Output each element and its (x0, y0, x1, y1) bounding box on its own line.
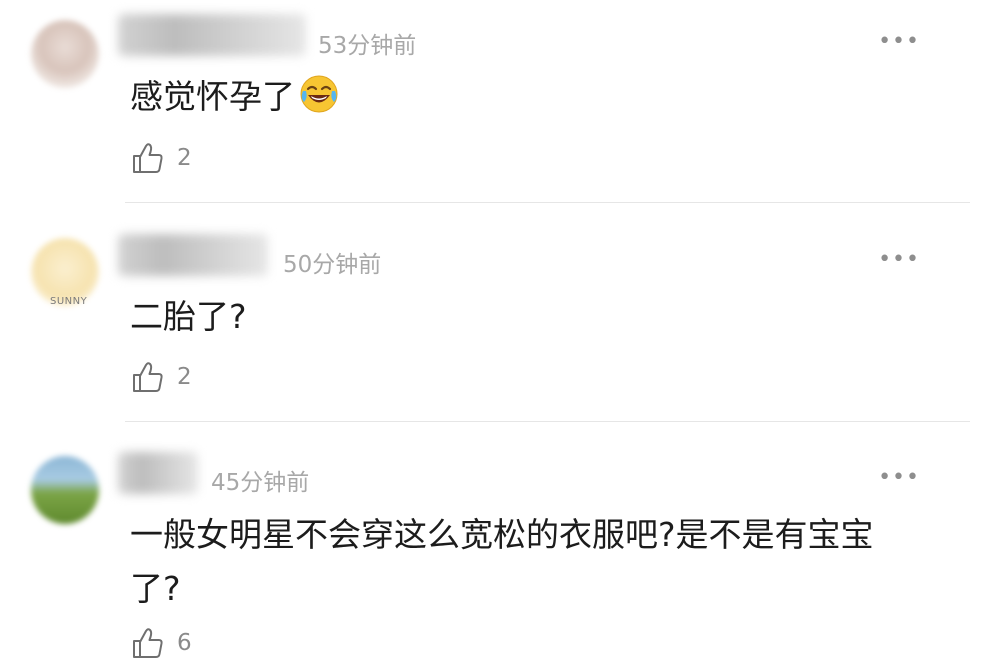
comment-time: 53分钟前 (318, 33, 417, 59)
comment-text-container: 感觉怀孕了 (130, 70, 930, 124)
comment-time: 45分钟前 (211, 470, 310, 496)
comment-time: 50分钟前 (283, 252, 382, 278)
more-options-button[interactable]: ••• (878, 467, 920, 489)
like-count: 6 (177, 630, 192, 656)
username-blurred[interactable] (118, 14, 306, 56)
like-count: 2 (177, 145, 192, 171)
like-count: 2 (177, 364, 192, 390)
username-blurred[interactable] (118, 234, 268, 276)
thumbs-up-icon (133, 362, 163, 392)
avatar-caption: SUNNY (50, 296, 88, 307)
divider (125, 421, 970, 422)
tears-of-joy-emoji-icon (300, 75, 338, 113)
like-button[interactable]: 6 (131, 625, 192, 661)
more-options-button[interactable]: ••• (878, 249, 920, 271)
comment-text: 感觉怀孕了 (130, 77, 295, 116)
comment-text: 一般女明星不会穿这么宽松的衣服吧?是不是有宝宝了? (130, 515, 874, 608)
comment-text: 二胎了? (130, 297, 247, 336)
avatar[interactable] (31, 456, 99, 524)
thumbs-up-icon (133, 628, 163, 658)
divider (125, 202, 970, 203)
like-button[interactable]: 2 (131, 359, 192, 395)
avatar[interactable] (31, 20, 99, 88)
more-options-button[interactable]: ••• (878, 31, 920, 53)
username-blurred[interactable] (118, 452, 198, 494)
thumbs-up-icon (133, 143, 163, 173)
like-button[interactable]: 2 (131, 140, 192, 176)
